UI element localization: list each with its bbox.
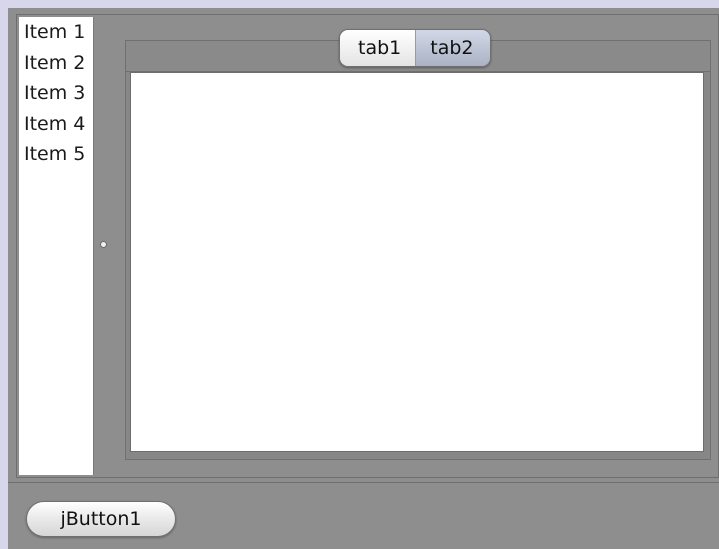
- window-content: Item 1 Item 2 Item 3 Item 4 Item 5 tab1 …: [8, 8, 719, 549]
- list-item[interactable]: Item 1: [19, 17, 93, 48]
- jbutton1-button[interactable]: jButton1: [26, 501, 176, 537]
- tab-content-panel: [130, 72, 704, 452]
- tab-tab1[interactable]: tab1: [340, 30, 417, 66]
- tab-bar: tab1 tab2: [339, 29, 491, 67]
- divider: [8, 482, 719, 483]
- tab-tab2[interactable]: tab2: [416, 30, 490, 66]
- split-pane: Item 1 Item 2 Item 3 Item 4 Item 5 tab1 …: [16, 14, 719, 478]
- tabbed-pane: [125, 40, 711, 460]
- list-item[interactable]: Item 4: [19, 109, 93, 140]
- item-list[interactable]: Item 1 Item 2 Item 3 Item 4 Item 5: [19, 17, 94, 475]
- split-divider-grip-icon[interactable]: [101, 242, 106, 247]
- list-item[interactable]: Item 3: [19, 78, 93, 109]
- list-item[interactable]: Item 2: [19, 48, 93, 79]
- split-divider[interactable]: [94, 15, 116, 477]
- list-item[interactable]: Item 5: [19, 139, 93, 170]
